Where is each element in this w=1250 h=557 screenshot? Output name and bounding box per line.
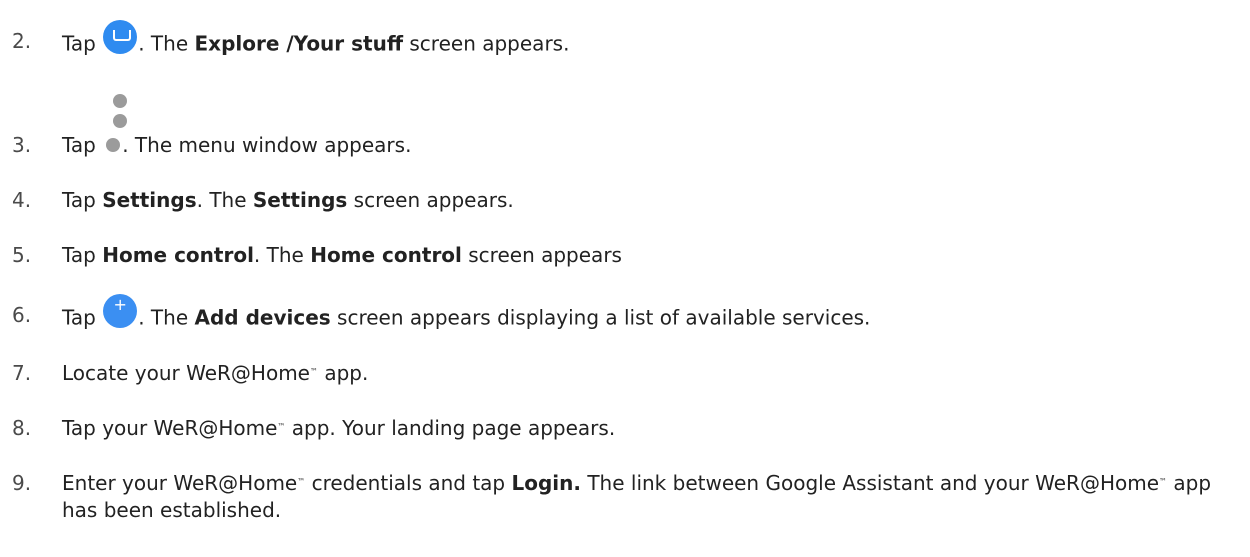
step-text: Enter your WeR@Home™ credentials and tap… — [62, 471, 1212, 522]
trademark: ™ — [297, 477, 306, 486]
step-number: 4. — [12, 188, 32, 212]
plus-icon: + — [103, 294, 138, 328]
step-number: 7. — [12, 361, 32, 385]
step-number: 9. — [12, 471, 32, 495]
step-text: Tap . The menu window appears. — [62, 133, 412, 157]
step-text: Tap your WeR@Home™ app. Your landing pag… — [62, 416, 616, 440]
more-dot-icon — [113, 114, 127, 128]
trademark: ™ — [309, 367, 318, 376]
step-number: 2. — [12, 29, 32, 53]
step-text: Tap . The Explore /Your stuff screen app… — [62, 20, 1240, 62]
step-text: Locate your WeR@Home™ app. — [62, 361, 369, 385]
trademark: ™ — [1159, 477, 1168, 486]
trademark: ™ — [277, 422, 286, 431]
step-text: Tap +. The Add devices screen appears di… — [62, 294, 871, 330]
more-dot-icon — [113, 94, 127, 108]
step-number: 3. — [12, 133, 32, 157]
step-text: Tap Home control. The Home control scree… — [62, 243, 622, 267]
step-9: 9. Enter your WeR@Home™ credentials and … — [0, 470, 1240, 530]
step-text: Tap Settings. The Settings screen appear… — [62, 188, 514, 212]
step-number: 6. — [12, 303, 32, 327]
more-vertical-dots-icon — [106, 137, 121, 152]
assistant-inbox-icon — [103, 20, 138, 54]
step-number: 8. — [12, 416, 32, 440]
step-number: 5. — [12, 243, 32, 267]
